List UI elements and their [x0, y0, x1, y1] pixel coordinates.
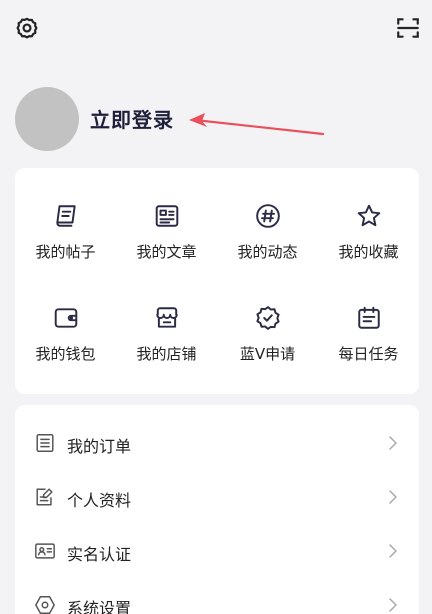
grid-item-label: 我的文章: [136, 243, 197, 261]
chevron-right-icon: [387, 489, 399, 505]
list-item-label: 我的订单: [67, 437, 132, 456]
grid-item-moments[interactable]: 我的动态: [217, 203, 318, 293]
id-card-icon: [34, 540, 56, 562]
grid-item-label: 我的收藏: [338, 243, 399, 261]
grid-item-favorites[interactable]: 我的收藏: [318, 203, 419, 293]
grid-item-label: 我的钱包: [35, 345, 96, 363]
calendar-icon: [356, 305, 382, 331]
list-item-real-name[interactable]: 实名认证: [15, 525, 419, 579]
star-icon: [356, 203, 382, 229]
hashtag-icon: [255, 203, 281, 229]
grid-item-daily-tasks[interactable]: 每日任务: [318, 305, 419, 395]
scan-icon[interactable]: [395, 15, 421, 41]
grid-item-label: 每日任务: [338, 345, 399, 363]
chevron-right-icon: [387, 543, 399, 559]
grid-item-label: 蓝V申请: [239, 345, 296, 363]
list-item-label: 实名认证: [67, 545, 132, 564]
feature-grid: 我的帖子 我的文章 我的动态 我的收藏 我的钱包 我的店铺 蓝V申请 每日任务: [15, 168, 419, 394]
order-list-icon: [34, 432, 56, 454]
grid-item-label: 我的店铺: [136, 345, 197, 363]
grid-item-wallet[interactable]: 我的钱包: [15, 305, 116, 395]
login-link[interactable]: 立即登录: [90, 104, 174, 133]
grid-item-store[interactable]: 我的店铺: [116, 305, 217, 395]
verified-badge-icon: [255, 305, 281, 331]
list-item-label: 个人资料: [67, 491, 132, 510]
avatar[interactable]: [15, 87, 79, 151]
grid-item-articles[interactable]: 我的文章: [116, 203, 217, 293]
list-item-system-settings[interactable]: 系统设置: [15, 579, 419, 614]
chevron-right-icon: [387, 597, 399, 613]
store-icon: [154, 305, 180, 331]
list-item-label: 系统设置: [67, 599, 132, 614]
profile-header[interactable]: 立即登录: [15, 86, 415, 154]
pointer-arrow-icon: [189, 113, 325, 136]
system-settings-icon: [34, 594, 56, 614]
grid-item-label: 我的帖子: [35, 243, 96, 261]
gear-icon[interactable]: [14, 15, 40, 41]
top-bar: [0, 0, 432, 56]
wallet-icon: [53, 305, 79, 331]
settings-list: 我的订单 个人资料 实名认证 系统设置: [15, 405, 419, 614]
profile-edit-icon: [34, 486, 56, 508]
grid-item-label: 我的动态: [237, 243, 298, 261]
post-icon: [53, 203, 79, 229]
chevron-right-icon: [387, 435, 399, 451]
grid-item-posts[interactable]: 我的帖子: [15, 203, 116, 293]
list-item-profile[interactable]: 个人资料: [15, 471, 419, 525]
list-item-orders[interactable]: 我的订单: [15, 417, 419, 471]
article-icon: [154, 203, 180, 229]
grid-item-blue-v[interactable]: 蓝V申请: [217, 305, 318, 395]
